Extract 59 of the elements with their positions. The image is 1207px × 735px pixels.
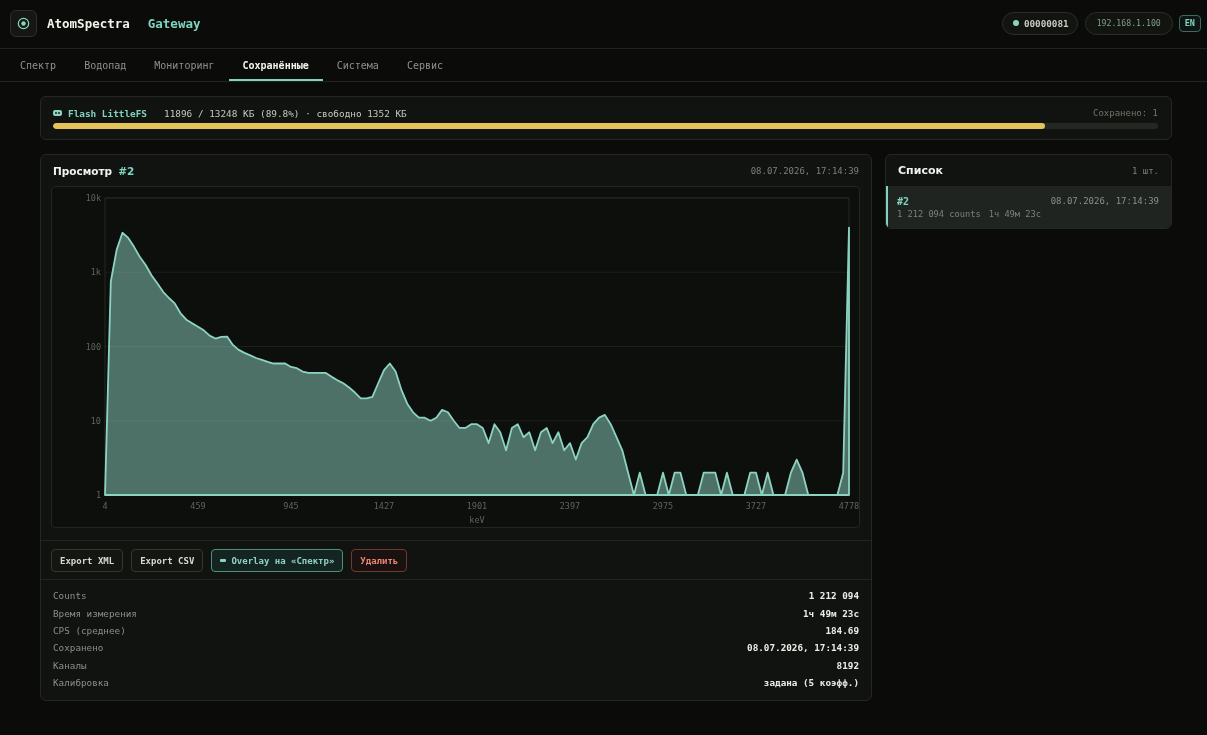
axis-tick-label: 10 [90, 415, 101, 426]
item-id: #2 [897, 195, 910, 207]
axis-tick-label: 945 [283, 501, 299, 511]
dash-icon [220, 559, 227, 562]
saved-count: Сохранено: 1 [1092, 108, 1158, 118]
action-button[interactable]: Overlay на «Спектр» [211, 549, 344, 572]
storage-usage: 11896 / 13248 КБ (89.8%) · свободно 1352 КБ [164, 107, 407, 119]
tab[interactable]: Система [322, 49, 393, 81]
drive-icon [53, 110, 62, 116]
axis-tick-label: 1901 [466, 501, 488, 511]
axis-tick-label: 4778 [838, 501, 859, 511]
item-duration: 1ч 49м 23с [988, 209, 1041, 219]
axis-title: keV [469, 515, 485, 525]
item-timestamp: 08.07.2026, 17:14:39 [1050, 196, 1159, 206]
tab[interactable]: Спектр [6, 49, 71, 81]
stat-label: Сохранено [53, 642, 104, 654]
axis-tick-label: 1 [95, 490, 101, 500]
stat-label: Калибровка [53, 677, 109, 689]
axis-tick-label: 459 [190, 501, 206, 511]
logo-icon [10, 9, 37, 37]
record-id: #2 [118, 164, 135, 177]
stat-value: 08.07.2026, 17:14:39 [747, 642, 859, 654]
status-dot-icon [1012, 20, 1019, 26]
app-subtitle: Gateway [147, 15, 201, 31]
tab[interactable]: Мониторинг [140, 49, 229, 81]
axis-tick-label: 2975 [652, 501, 674, 511]
stat-value: 1ч 49м 23с [803, 607, 859, 619]
tab[interactable]: Сохранённые [228, 49, 323, 81]
stat-value: задана (5 коэфф.) [763, 677, 859, 689]
panel-title: Список [898, 164, 943, 177]
action-button[interactable]: Export CSV [131, 549, 204, 572]
axis-tick-label: 1427 [373, 501, 395, 511]
tab[interactable]: Сервис [392, 49, 457, 81]
action-button[interactable]: Export XML [51, 549, 124, 572]
stat-value: 1 212 094 [808, 590, 859, 602]
list-item[interactable]: #2 08.07.2026, 17:14:39 1 212 094 counts 1ч 49м 23с [886, 186, 1171, 228]
action-button[interactable]: Удалить [351, 549, 408, 572]
stat-value: 184.69 [825, 624, 859, 636]
stat-label: Время измерения [53, 607, 137, 619]
stat-label: CPS (среднее) [53, 624, 126, 636]
item-counts: 1 212 094 counts [897, 209, 981, 219]
axis-tick-label: 10k [85, 193, 101, 203]
axis-tick-label: 1k [90, 267, 101, 278]
axis-tick-label: 100 [85, 341, 101, 352]
app-title: AtomSpectra [47, 15, 130, 31]
ip-address: 192.168.1.100 [1084, 11, 1173, 35]
record-timestamp: 08.07.2026, 17:14:39 [750, 165, 859, 176]
stat-value: 8192 [836, 659, 859, 671]
panel-title: Просмотр [53, 164, 113, 177]
axis-tick-label: 2397 [559, 501, 581, 511]
language-button[interactable]: EN [1178, 14, 1201, 32]
stat-label: Counts [53, 590, 87, 602]
storage-name: Flash LittleFS [68, 107, 148, 119]
axis-tick-label: 4 [102, 501, 108, 511]
device-id: 00000081 [1023, 17, 1069, 29]
stat-label: Каналы [53, 659, 87, 671]
axis-tick-label: 3727 [745, 501, 767, 511]
tab[interactable]: Водопад [70, 49, 141, 81]
item-count: 1 шт. [1131, 165, 1159, 176]
